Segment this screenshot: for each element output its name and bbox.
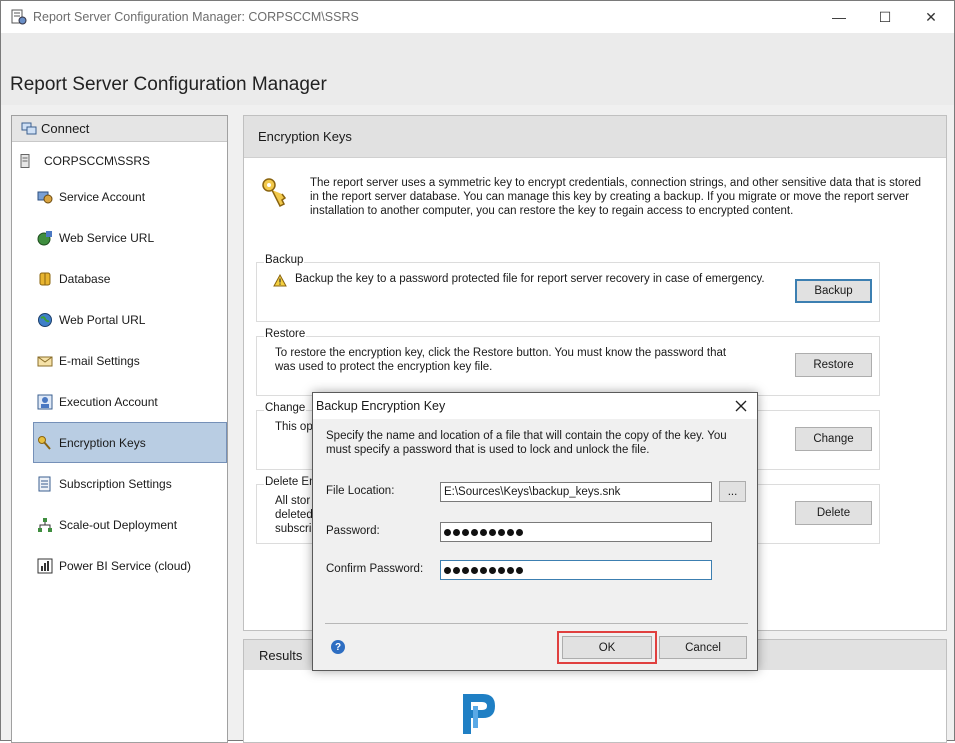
restore-text: To restore the encryption key, click the…	[275, 347, 727, 373]
sidebar-item-label: E-mail Settings	[59, 353, 140, 368]
powerbi-icon	[37, 558, 53, 573]
password-dot	[498, 528, 505, 536]
backup-group: Backup Backup the key to a password prot…	[256, 254, 880, 322]
keys-icon	[262, 178, 287, 208]
sidebar-item-execution-account[interactable]: Execution Account	[12, 381, 227, 422]
intro-section: The report server uses a symmetric key t…	[260, 176, 930, 218]
server-icon	[20, 154, 30, 168]
password-dot	[471, 528, 478, 536]
sidebar-item-label: Subscription Settings	[59, 476, 172, 491]
sidebar-item-label: Encryption Keys	[59, 435, 146, 450]
sidebar-item-web-portal-url[interactable]: Web Portal URL	[12, 299, 227, 340]
password-dot	[480, 566, 487, 574]
globe-icon	[38, 312, 52, 327]
password-dot	[462, 566, 469, 574]
sidebar-item-encryption-keys[interactable]: Encryption Keys	[33, 422, 227, 463]
backup-legend: Backup	[264, 254, 305, 266]
server-name: CORPSCCM\SSRS	[44, 154, 151, 168]
sidebar-item-subscription-settings[interactable]: Subscription Settings	[12, 463, 227, 504]
confirm-password-field[interactable]	[440, 560, 712, 580]
password-dot	[516, 528, 523, 536]
backup-button[interactable]: Backup	[795, 279, 872, 303]
sidebar-item-label: Execution Account	[59, 394, 158, 409]
restore-group: Restore To restore the encryption key, c…	[256, 328, 880, 396]
dialog-description: Specify the name and location of a file …	[326, 430, 727, 456]
browse-button[interactable]: ...	[719, 481, 746, 502]
prajwal-logo	[463, 694, 495, 734]
connect-button[interactable]: Connect	[12, 116, 227, 142]
minimize-button[interactable]: —	[816, 1, 862, 33]
intro-text: The report server uses a symmetric key t…	[310, 177, 922, 217]
password-dot	[480, 528, 487, 536]
file-location-field[interactable]	[440, 482, 712, 502]
backup-text: Backup the key to a password protected f…	[295, 273, 765, 285]
server-node[interactable]: CORPSCCM\SSRS	[12, 146, 227, 176]
key-icon	[38, 435, 51, 450]
sidebar-item-label: Scale-out Deployment	[59, 517, 178, 532]
database-icon	[39, 272, 51, 285]
help-icon[interactable]: ?	[331, 640, 345, 654]
password-field[interactable]	[440, 522, 712, 542]
cancel-button[interactable]: Cancel	[659, 636, 747, 659]
app-window: Report Server Configuration Manager: COR…	[0, 0, 955, 743]
sidebar-item-power-bi-service[interactable]: Power BI Service (cloud)	[12, 545, 227, 586]
maximize-button[interactable]: ☐	[862, 1, 908, 33]
password-dot	[489, 528, 496, 536]
sidebar-item-service-account[interactable]: Service Account	[12, 176, 227, 217]
sidebar-item-label: Web Portal URL	[59, 312, 146, 327]
sidebar-item-web-service-url[interactable]: Web Service URL	[12, 217, 227, 258]
password-dot	[462, 528, 469, 536]
sidebar-item-label: Service Account	[59, 189, 146, 204]
warning-icon	[273, 274, 287, 287]
navigation-pane: Connect CORPSCCM\SSRS Service Account We…	[11, 115, 228, 743]
panel-title: Encryption Keys	[244, 116, 946, 158]
password-dot	[498, 566, 505, 574]
restore-button[interactable]: Restore	[795, 353, 872, 377]
password-mask	[444, 523, 708, 541]
sidebar-item-label: Power BI Service (cloud)	[59, 558, 192, 573]
close-button[interactable]: ✕	[908, 1, 954, 33]
app-title: Report Server Configuration Manager	[10, 74, 327, 95]
restore-legend: Restore	[264, 328, 307, 340]
confirm-password-label: Confirm Password:	[326, 563, 424, 575]
connect-label: Connect	[41, 121, 90, 136]
password-dot	[507, 528, 514, 536]
delete-legend: Delete En	[264, 476, 317, 488]
file-location-label: File Location:	[326, 485, 395, 497]
password-dot	[471, 566, 478, 574]
password-dot	[453, 566, 460, 574]
web-service-icon	[37, 230, 52, 245]
password-dot	[444, 528, 451, 536]
title-bar: Report Server Configuration Manager: COR…	[1, 1, 954, 33]
ok-button[interactable]: OK	[562, 636, 652, 659]
app-header: Report Server Configuration Manager	[1, 33, 954, 105]
password-label: Password:	[326, 525, 380, 537]
password-dot	[444, 566, 451, 574]
confirm-password-mask	[444, 561, 708, 579]
password-dot	[453, 528, 460, 536]
sidebar-item-scaleout-deployment[interactable]: Scale-out Deployment	[12, 504, 227, 545]
service-account-icon	[37, 191, 53, 203]
change-legend: Change	[264, 402, 307, 414]
report-server-app-icon	[11, 9, 27, 25]
sidebar-item-database[interactable]: Database	[12, 258, 227, 299]
subscription-icon	[38, 476, 51, 491]
connect-icon	[21, 122, 37, 134]
password-dot	[489, 566, 496, 574]
password-dot	[516, 566, 523, 574]
email-icon	[37, 356, 53, 366]
execution-account-icon	[37, 394, 53, 409]
sidebar-item-email-settings[interactable]: E-mail Settings	[12, 340, 227, 381]
dialog-close-icon[interactable]	[731, 396, 751, 416]
dialog-separator	[325, 623, 748, 624]
window-title: Report Server Configuration Manager: COR…	[33, 10, 359, 24]
change-button[interactable]: Change	[795, 427, 872, 451]
scaleout-icon	[38, 517, 52, 532]
password-dot	[507, 566, 514, 574]
sidebar-item-label: Web Service URL	[59, 230, 155, 245]
sidebar-item-label: Database	[59, 271, 111, 286]
backup-encryption-key-dialog: Backup Encryption Key Specify the name a…	[312, 392, 758, 671]
dialog-title: Backup Encryption Key	[313, 393, 757, 419]
delete-button[interactable]: Delete	[795, 501, 872, 525]
